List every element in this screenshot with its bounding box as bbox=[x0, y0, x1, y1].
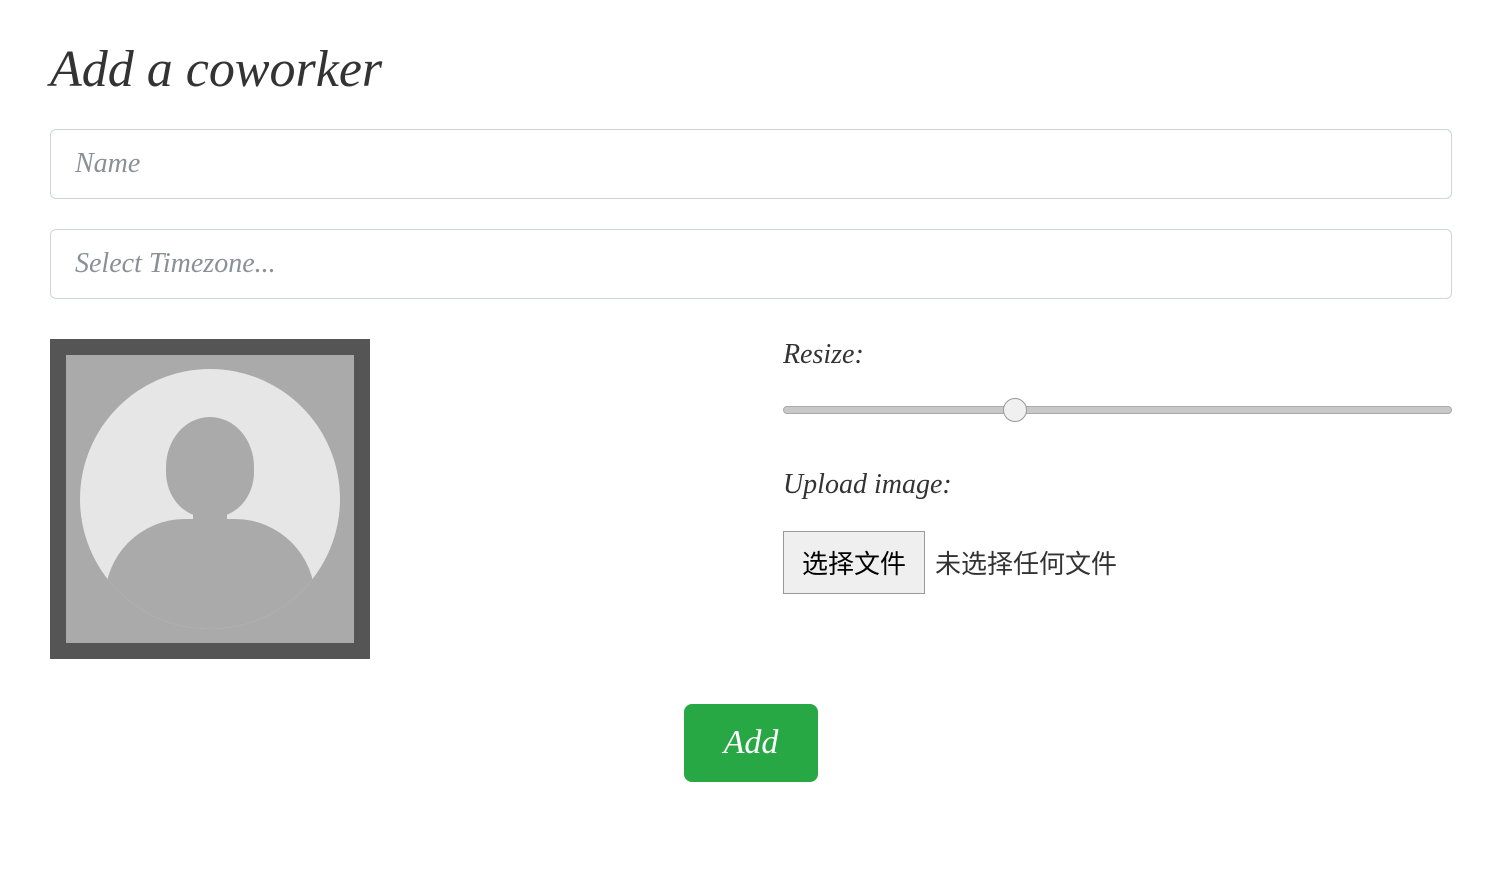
file-input-wrap: 选择文件 未选择任何文件 bbox=[783, 531, 1452, 594]
upload-section: Upload image: 选择文件 未选择任何文件 bbox=[783, 469, 1452, 594]
button-row: Add bbox=[50, 704, 1452, 782]
avatar-frame bbox=[50, 339, 370, 659]
add-coworker-form: Add a coworker Resize: bbox=[50, 40, 1452, 782]
timezone-select[interactable] bbox=[50, 229, 1452, 299]
avatar-column bbox=[50, 339, 723, 659]
avatar-placeholder-icon bbox=[66, 355, 354, 643]
resize-section: Resize: bbox=[783, 339, 1452, 419]
content-row: Resize: Upload image: 选择文件 未选择任何文件 bbox=[50, 339, 1452, 659]
upload-label: Upload image: bbox=[783, 469, 1452, 501]
resize-slider[interactable] bbox=[783, 406, 1452, 414]
add-button[interactable]: Add bbox=[684, 704, 819, 782]
name-input[interactable] bbox=[50, 129, 1452, 199]
resize-label: Resize: bbox=[783, 339, 1452, 371]
page-title: Add a coworker bbox=[50, 40, 1452, 99]
file-status-text: 未选择任何文件 bbox=[935, 544, 1117, 581]
choose-file-button[interactable]: 选择文件 bbox=[783, 531, 925, 594]
controls-column: Resize: Upload image: 选择文件 未选择任何文件 bbox=[783, 339, 1452, 659]
